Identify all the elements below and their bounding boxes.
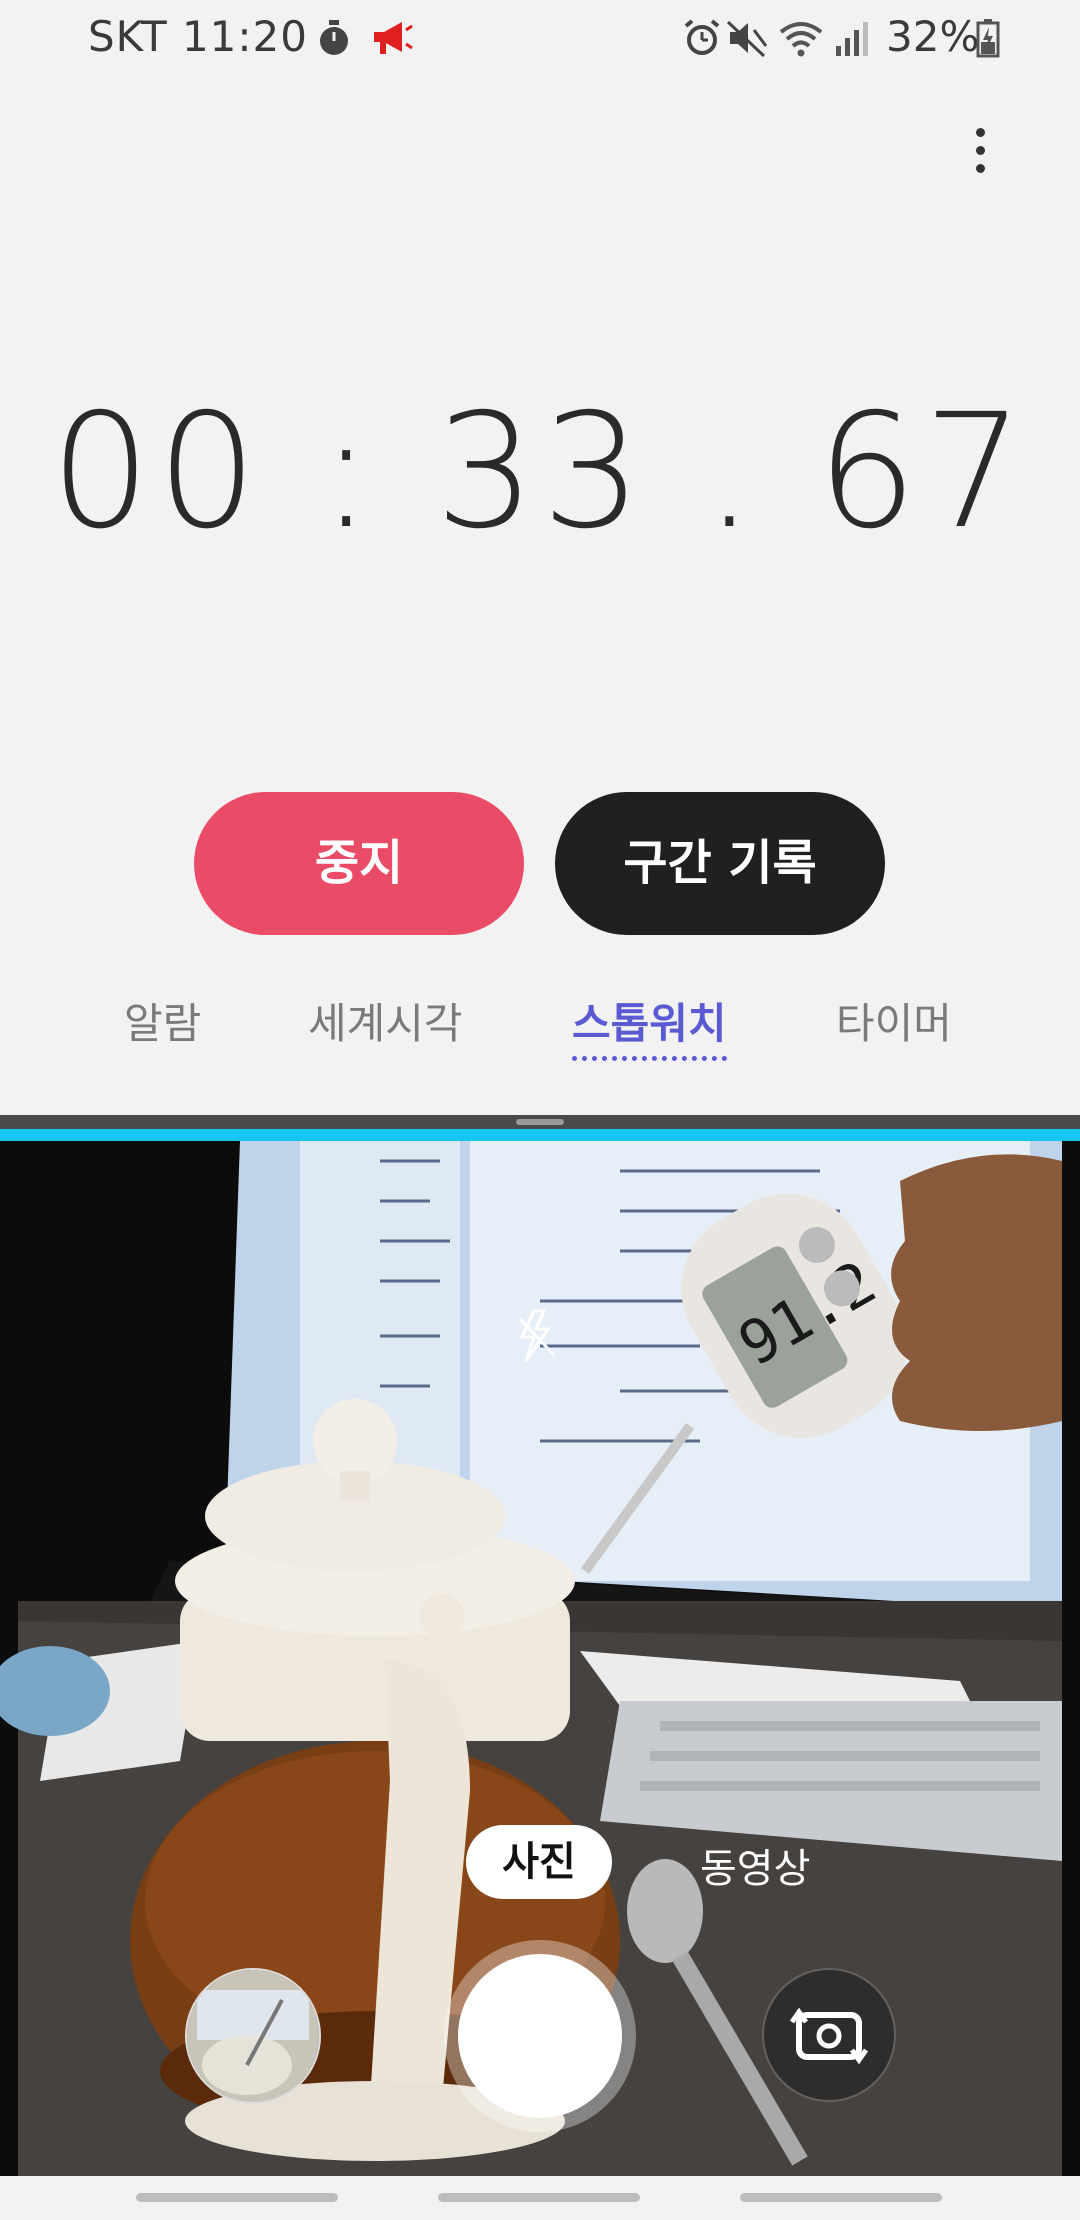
carrier-time: SKT 11:20 <box>88 12 308 61</box>
bottom-tabs: 알람 세계시각 스톱워치 타이머 <box>0 990 1080 1070</box>
active-window-bar <box>0 1129 1080 1141</box>
wifi-icon <box>779 22 823 57</box>
stopwatch-icon <box>320 20 348 55</box>
alarm-icon <box>684 19 720 55</box>
more-options-icon[interactable] <box>968 128 992 188</box>
megaphone-icon <box>374 22 413 54</box>
battery-icon <box>976 19 1000 58</box>
thumbnail-image <box>187 1970 319 2102</box>
tab-timer[interactable]: 타이머 <box>836 990 952 1051</box>
status-bar: SKT 11:20 32% <box>0 0 1080 76</box>
back-button[interactable] <box>740 2193 942 2202</box>
tab-label: 알람 <box>124 999 202 1048</box>
tab-label: 세계시각 <box>308 999 463 1048</box>
home-button[interactable] <box>438 2193 640 2202</box>
rotate-camera-icon <box>789 2007 869 2065</box>
stop-button[interactable]: 중지 <box>194 792 524 935</box>
mute-icon <box>726 20 768 58</box>
tab-world-clock[interactable]: 세계시각 <box>308 990 463 1051</box>
switch-camera-button[interactable] <box>762 1968 896 2102</box>
shutter-button[interactable] <box>458 1954 622 2118</box>
signal-icon <box>836 22 868 56</box>
active-tab-indicator <box>572 1056 727 1061</box>
lap-button[interactable]: 구간 기록 <box>555 792 885 935</box>
tab-stopwatch[interactable]: 스톱워치 <box>572 990 727 1061</box>
stopwatch-time: 00 : 33 . 67 <box>50 380 1030 564</box>
gallery-thumbnail[interactable] <box>185 1968 321 2104</box>
tab-alarm[interactable]: 알람 <box>124 990 201 1051</box>
recent-apps-button[interactable] <box>136 2193 338 2202</box>
video-mode-button[interactable]: 동영상 <box>700 1836 810 1894</box>
split-screen-divider[interactable] <box>0 1115 1080 1129</box>
tab-label: 스톱워치 <box>572 999 727 1048</box>
navigation-bar <box>0 2176 1080 2220</box>
tab-label: 타이머 <box>836 999 952 1048</box>
photo-mode-button[interactable]: 사진 <box>466 1825 612 1899</box>
divider-handle[interactable] <box>516 1119 564 1125</box>
battery-percent: 32% <box>886 12 980 61</box>
